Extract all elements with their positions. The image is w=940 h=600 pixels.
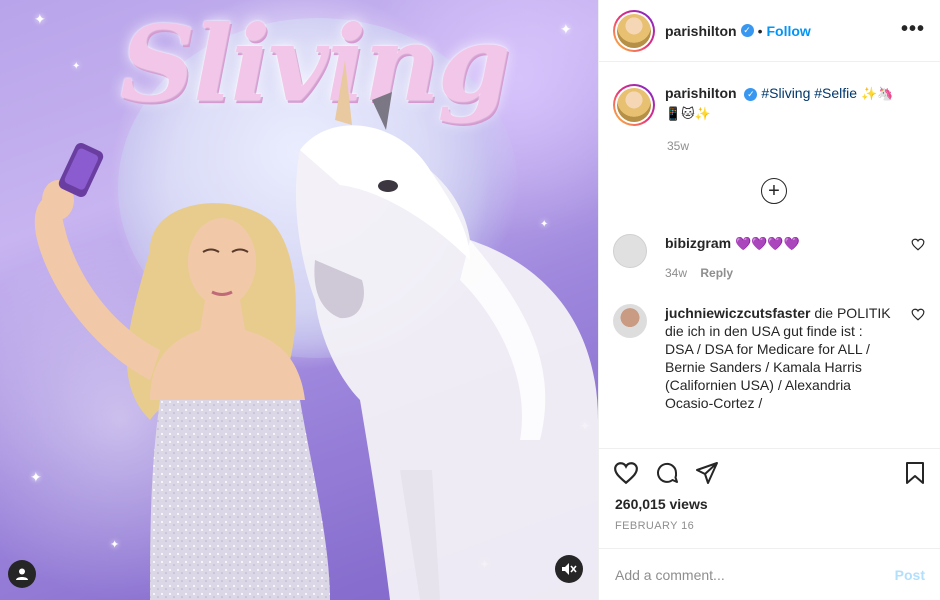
user-tag-button[interactable] xyxy=(8,560,36,588)
add-comment-bar: Post xyxy=(599,548,940,600)
more-options-icon[interactable]: ••• xyxy=(901,18,925,41)
post-side-panel: parishilton ✓ • Follow ••• parishilton ✓… xyxy=(598,0,940,600)
post-comment-button[interactable]: Post xyxy=(895,567,925,583)
caption-username[interactable]: parishilton xyxy=(665,85,737,101)
caption-emoji-sparkle-unicorn: ✨🦄 xyxy=(860,87,894,102)
caption-emoji-phone-cat: 📱🐱✨ xyxy=(665,107,711,122)
follow-button[interactable]: Follow xyxy=(766,23,810,39)
selfie-illustration xyxy=(34,60,598,600)
comment-input[interactable] xyxy=(615,566,895,583)
verified-badge-icon: ✓ xyxy=(744,87,758,101)
comment-item: juchniewiczcutsfaster die POLITIK die ic… xyxy=(613,304,925,412)
action-icons xyxy=(613,461,719,485)
reply-button[interactable]: Reply xyxy=(700,266,733,280)
like-comment-heart-icon[interactable] xyxy=(911,308,925,321)
post-image[interactable]: ✦ ✦ ✦ ✦ ✦ ✦ ✦ ✦ Sliving xyxy=(0,0,598,600)
comments-list[interactable]: parishilton ✓ #Sliving #Selfie ✨🦄 📱🐱✨ 35… xyxy=(599,62,940,448)
mute-button[interactable] xyxy=(555,555,583,583)
comment-username[interactable]: juchniewiczcutsfaster xyxy=(665,305,811,321)
profile-photo xyxy=(617,88,651,122)
caption-timestamp: 35w xyxy=(667,139,690,153)
post-header: parishilton ✓ • Follow ••• xyxy=(599,0,940,62)
avatar[interactable] xyxy=(613,304,647,338)
verified-badge-icon: ✓ xyxy=(740,24,754,37)
comment-item: bibizgram 💜💜💜💜 34w Reply xyxy=(613,234,925,282)
caption-text: parishilton ✓ #Sliving #Selfie ✨🦄 📱🐱✨ xyxy=(665,84,915,126)
speaker-mute-icon xyxy=(562,563,577,575)
comment-body: juchniewiczcutsfaster die POLITIK die ic… xyxy=(665,304,893,412)
caption-hashtags[interactable]: #Sliving #Selfie xyxy=(761,85,857,101)
view-count[interactable]: 260,015 views xyxy=(615,496,708,512)
caption-avatar[interactable] xyxy=(613,84,655,126)
comment-timestamp: 34w xyxy=(665,266,688,280)
user-icon xyxy=(16,568,28,580)
post-date[interactable]: FEBRUARY 16 xyxy=(615,520,694,532)
comment-bubble-icon[interactable] xyxy=(655,461,679,485)
comment-username[interactable]: bibizgram xyxy=(665,235,731,251)
post-actions: 260,015 views FEBRUARY 16 xyxy=(599,448,940,548)
avatar[interactable] xyxy=(613,234,647,268)
comment-text: 💜💜💜💜 xyxy=(735,237,800,252)
like-heart-icon[interactable] xyxy=(613,461,639,485)
share-paper-plane-icon[interactable] xyxy=(695,461,719,485)
profile-photo xyxy=(617,13,651,48)
header-separator: • xyxy=(757,22,763,39)
like-comment-heart-icon[interactable] xyxy=(911,238,925,251)
avatar[interactable] xyxy=(613,9,655,52)
caption: parishilton ✓ #Sliving #Selfie ✨🦄 📱🐱✨ xyxy=(613,84,923,126)
comment-meta: 34w Reply xyxy=(665,264,893,282)
save-bookmark-icon[interactable] xyxy=(905,461,925,485)
load-more-comments-button[interactable]: + xyxy=(761,178,787,204)
header-username[interactable]: parishilton xyxy=(665,23,737,39)
comment-body: bibizgram 💜💜💜💜 34w Reply xyxy=(665,234,893,282)
